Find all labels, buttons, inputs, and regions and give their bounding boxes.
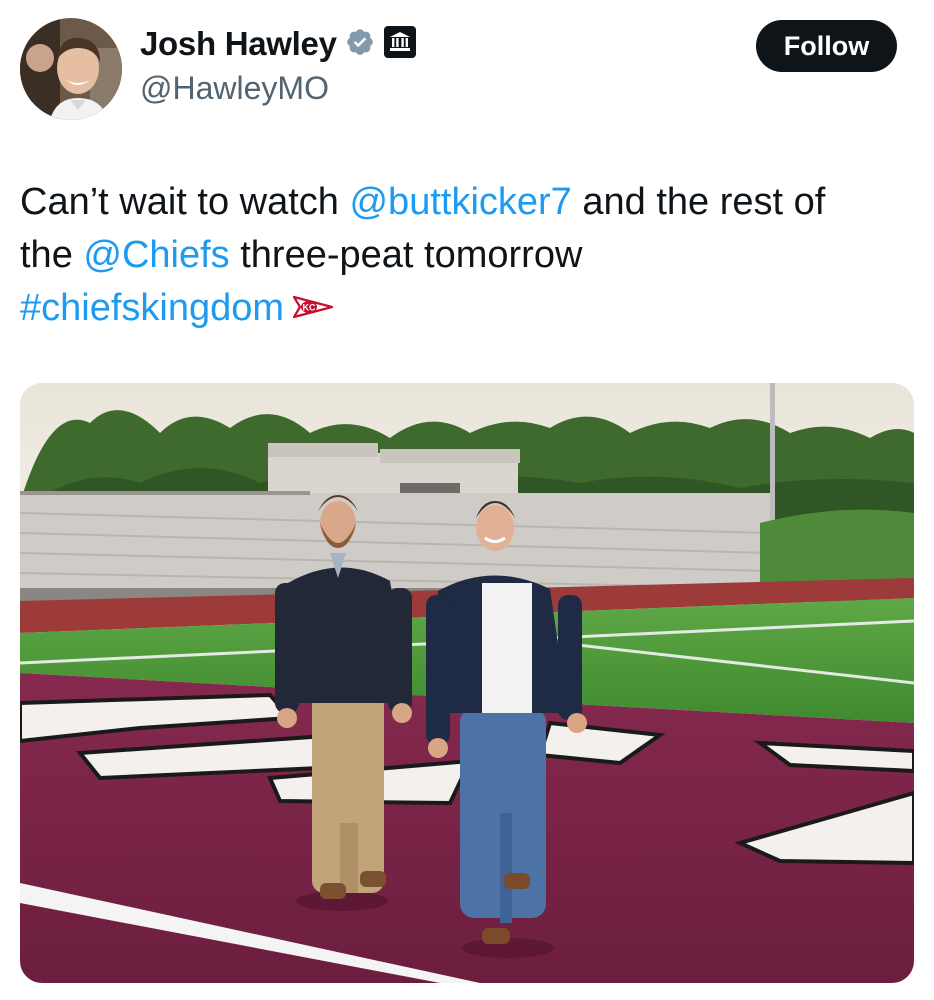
tweet-text-line-1: Can’t wait to watch @buttkicker7 and the…	[20, 176, 900, 229]
tweet-text-segment: and the rest of	[571, 181, 826, 223]
tweet-text-line-2: the @Chiefs three-peat tomorrow	[20, 229, 900, 282]
verified-badge-icon	[345, 27, 375, 62]
tweet-text-segment: Can’t wait to watch	[20, 181, 350, 223]
tweet-text-segment: the	[20, 234, 84, 276]
tweet-text: Can’t wait to watch @buttkicker7 and the…	[20, 176, 900, 336]
tweet-media-photo[interactable]	[20, 383, 914, 983]
avatar[interactable]	[20, 18, 122, 120]
tweet-text-line-3: #chiefskingdom KC	[20, 282, 900, 336]
mention-link-chiefs[interactable]: @Chiefs	[83, 234, 229, 276]
tweet-text-segment: three-peat tomorrow	[229, 234, 583, 276]
author-display-name[interactable]: Josh Hawley	[140, 25, 337, 63]
avatar-image	[20, 18, 122, 120]
svg-text:KC: KC	[303, 303, 316, 313]
stadium-photo	[20, 383, 914, 983]
hashtag-link-chiefskingdom[interactable]: #chiefskingdom	[20, 287, 284, 329]
government-building-icon	[383, 25, 417, 64]
author-handle[interactable]: @HawleyMO	[140, 70, 329, 107]
chiefs-arrowhead-icon: KC	[292, 283, 334, 336]
tweet-card: Josh Hawley @HawleyMO Follow Can’t wait …	[0, 0, 934, 1000]
follow-button[interactable]: Follow	[756, 20, 897, 72]
mention-link-buttkicker7[interactable]: @buttkicker7	[349, 181, 571, 223]
author-name-row: Josh Hawley	[140, 22, 417, 66]
